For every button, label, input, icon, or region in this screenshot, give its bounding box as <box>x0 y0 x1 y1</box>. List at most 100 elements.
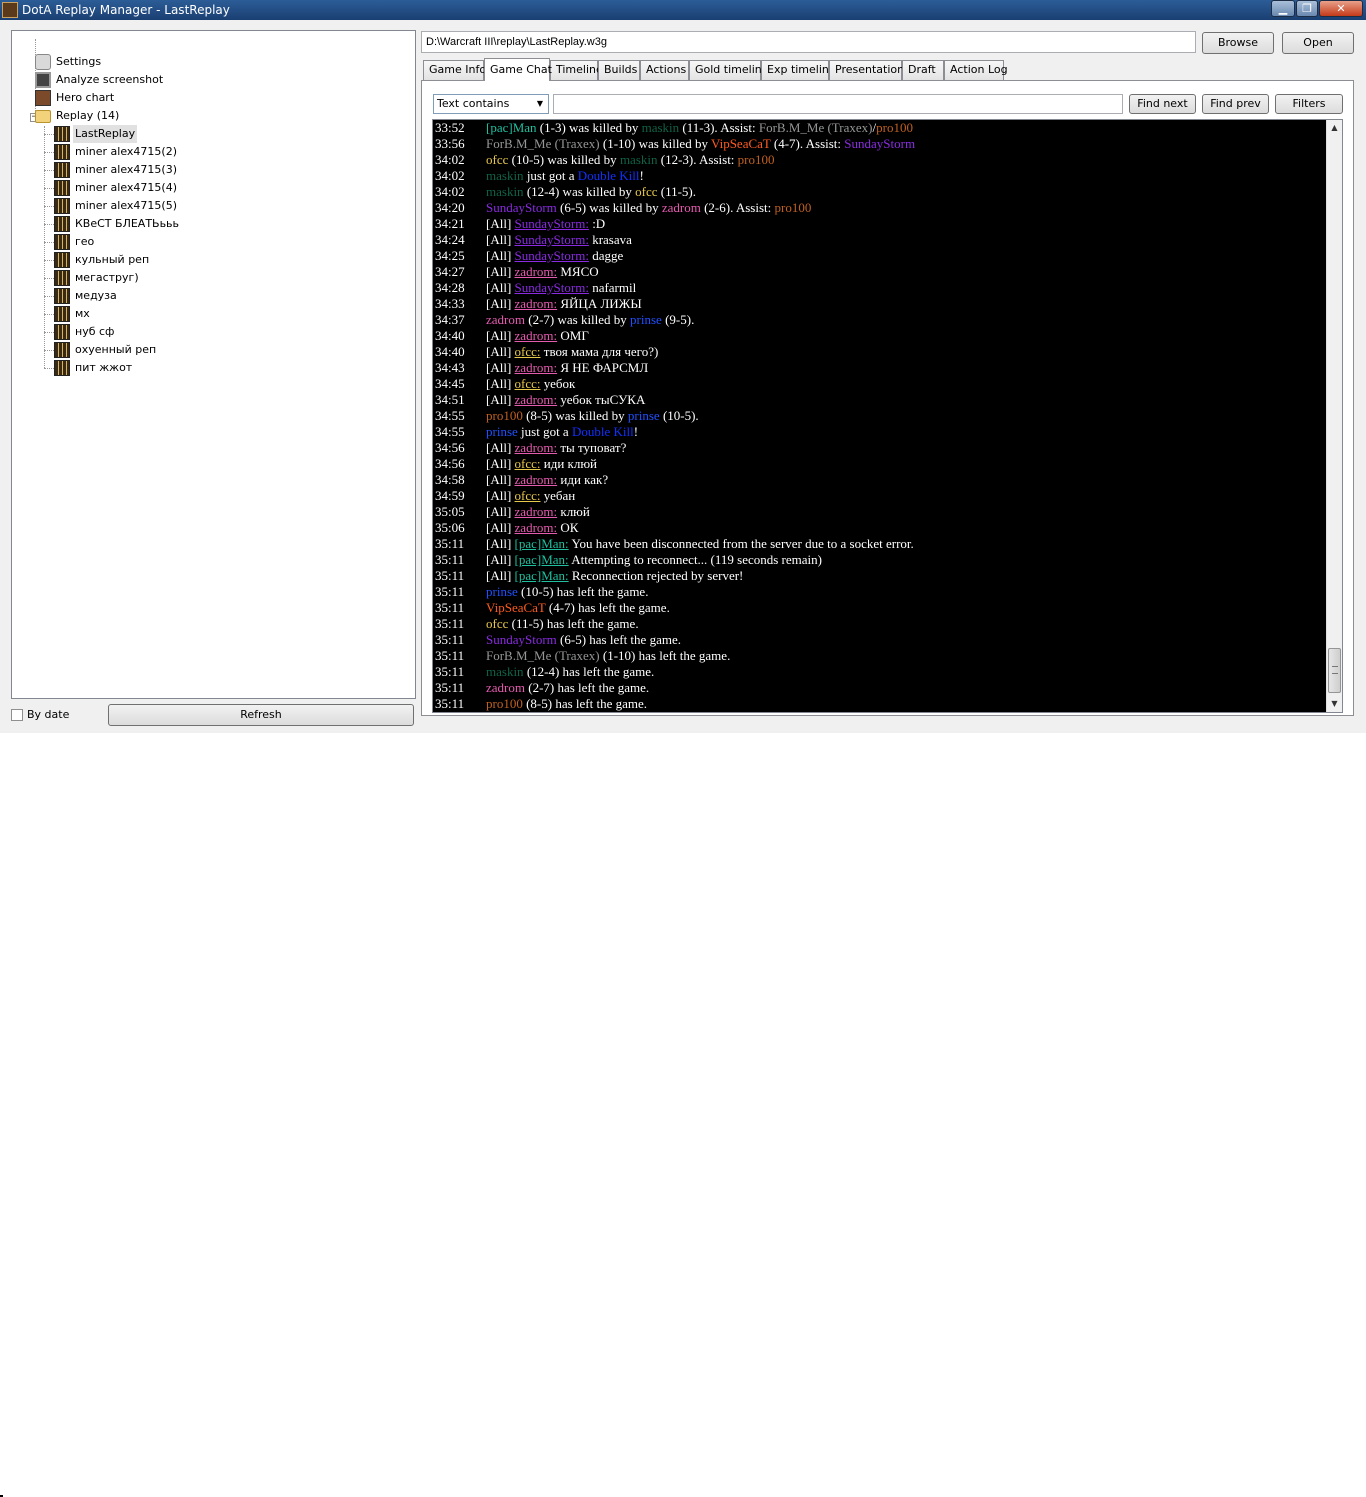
tree-item-label: miner alex4715(4) <box>75 181 177 194</box>
chat-message: [All] SundayStorm: krasava <box>486 232 632 248</box>
tab-presentation[interactable]: Presentation <box>829 60 904 80</box>
desktop-strip <box>0 733 1366 1497</box>
minimize-button[interactable]: ▁ <box>1271 0 1295 17</box>
tree-line <box>44 206 54 207</box>
player-name[interactable]: SundayStorm: <box>515 248 589 263</box>
filters-button[interactable]: Filters <box>1275 94 1343 114</box>
chat-message: [All] SundayStorm: dagge <box>486 248 623 264</box>
open-button[interactable]: Open <box>1282 32 1354 54</box>
replay-film-icon <box>54 270 70 286</box>
tab-game-info[interactable]: Game Info <box>423 60 486 80</box>
chat-timestamp: 35:05 <box>435 504 465 519</box>
tab-exp-timeline[interactable]: Exp timeline <box>761 60 836 80</box>
chat-timestamp: 35:11 <box>435 552 465 567</box>
player-name[interactable]: [pac]Man: <box>515 568 569 583</box>
scroll-thumb[interactable] <box>1328 648 1341 693</box>
checkbox-box[interactable] <box>11 709 23 721</box>
maximize-button[interactable]: ❐ <box>1296 0 1318 17</box>
tab-gold-timeline[interactable]: Gold timeline <box>689 60 769 80</box>
player-name[interactable]: zadrom: <box>515 296 558 311</box>
chat-message: [All] zadrom: ты туповат? <box>486 440 626 456</box>
player-name[interactable]: ofcc: <box>515 456 541 471</box>
chat-timestamp: 35:11 <box>435 536 465 551</box>
settings-icon <box>35 54 51 70</box>
replay-film-icon <box>54 180 70 196</box>
find-next-button[interactable]: Find next <box>1129 94 1196 114</box>
by-date-label: By date <box>27 708 70 721</box>
chat-message: pro100 (8-5) was killed by prinse (10-5)… <box>486 408 699 424</box>
tree-item-label: охуенный реп <box>75 343 157 356</box>
chat-message: prinse just got a Double Kill! <box>486 424 638 440</box>
replay-film-icon <box>54 288 70 304</box>
player-name: VipSeaCaT <box>710 136 771 151</box>
tab-builds[interactable]: Builds <box>598 60 640 80</box>
player-name[interactable]: ofcc: <box>515 376 541 391</box>
replay-film-icon <box>54 198 70 214</box>
tab-draft[interactable]: Draft <box>902 60 944 80</box>
chevron-down-icon[interactable]: ▼ <box>534 95 546 113</box>
chat-text: (2-7) was killed by <box>524 312 631 327</box>
scroll-down-icon[interactable]: ▼ <box>1327 696 1342 712</box>
player-name[interactable]: zadrom: <box>515 520 558 535</box>
close-button[interactable]: ✕ <box>1319 0 1363 17</box>
chat-text: [All] <box>486 472 515 487</box>
replay-path-field[interactable] <box>421 31 1196 53</box>
chat-text: (9-5). <box>661 312 695 327</box>
tree-line <box>44 314 54 315</box>
tab-actions[interactable]: Actions <box>640 60 689 80</box>
scroll-up-icon[interactable]: ▲ <box>1327 120 1342 136</box>
player-name[interactable]: zadrom: <box>515 440 558 455</box>
tree-item-label: Settings <box>56 55 102 68</box>
player-name[interactable]: zadrom: <box>515 392 558 407</box>
player-name: Double Kill <box>577 168 640 183</box>
player-name: pro100 <box>486 696 523 711</box>
player-name: pro100 <box>737 152 775 167</box>
replay-tree[interactable]: Settings Analyze screenshot Hero chart −… <box>11 30 416 699</box>
chat-text: (6-5) has left the game. <box>556 632 681 647</box>
find-prev-button[interactable]: Find prev <box>1202 94 1269 114</box>
chat-text: (2-6). Assist: <box>700 200 775 215</box>
player-name[interactable]: [pac]Man: <box>515 552 569 567</box>
player-name[interactable]: ofcc: <box>515 488 541 503</box>
chat-text: ты туповат? <box>557 440 627 455</box>
player-name[interactable]: zadrom: <box>515 360 558 375</box>
player-name[interactable]: SundayStorm: <box>515 232 589 247</box>
search-input[interactable] <box>553 94 1123 114</box>
player-name[interactable]: ofcc: <box>515 344 541 359</box>
replay-film-icon <box>54 162 70 178</box>
tree-line <box>44 170 54 171</box>
chat-message: [All] zadrom: иди как? <box>486 472 608 488</box>
chat-timestamp: 35:11 <box>435 584 465 599</box>
chat-timestamp: 35:11 <box>435 696 465 711</box>
tab-game-chat[interactable]: Game Chat <box>484 58 552 81</box>
replay-film-icon <box>54 126 70 142</box>
chat-text: ЯЙЦА ЛИЖЫ <box>557 296 642 311</box>
player-name[interactable]: zadrom: <box>515 504 558 519</box>
chat-timestamp: 34:58 <box>435 472 465 487</box>
chat-message: [All] zadrom: Я НЕ ФАРСМЛ <box>486 360 648 376</box>
player-name[interactable]: [pac]Man: <box>515 536 569 551</box>
chat-text: (10-5) was killed by <box>508 152 620 167</box>
replay-film-icon <box>54 252 70 268</box>
browse-button[interactable]: Browse <box>1202 32 1274 54</box>
player-name[interactable]: SundayStorm: <box>515 280 589 295</box>
player-name[interactable]: zadrom: <box>515 328 558 343</box>
refresh-button[interactable]: Refresh <box>108 704 414 726</box>
chat-log[interactable]: 33:52 [pac]Man (1-3) was killed by maskin… <box>432 119 1343 713</box>
filter-mode-select[interactable]: Text contains ▼ <box>433 94 549 114</box>
chat-message: [All] zadrom: МЯСО <box>486 264 599 280</box>
replay-film-icon <box>54 360 70 376</box>
chat-scrollbar[interactable]: ▲ ▼ <box>1326 120 1342 712</box>
tab-action-log[interactable]: Action Log <box>944 60 1008 80</box>
tab-timeline[interactable]: Timeline <box>550 60 603 80</box>
chat-message: [All] [pac]Man: Attempting to reconnect.… <box>486 552 822 568</box>
player-name[interactable]: SundayStorm: <box>515 216 589 231</box>
chat-text: (11-3). Assist: <box>679 120 759 135</box>
chat-timestamp: 34:40 <box>435 344 465 359</box>
player-name: ofcc <box>635 184 658 199</box>
chat-timestamp: 35:11 <box>435 632 465 647</box>
player-name[interactable]: zadrom: <box>515 472 558 487</box>
player-name[interactable]: zadrom: <box>515 264 558 279</box>
chat-text: [All] <box>486 536 515 551</box>
player-name: maskin <box>641 120 680 135</box>
